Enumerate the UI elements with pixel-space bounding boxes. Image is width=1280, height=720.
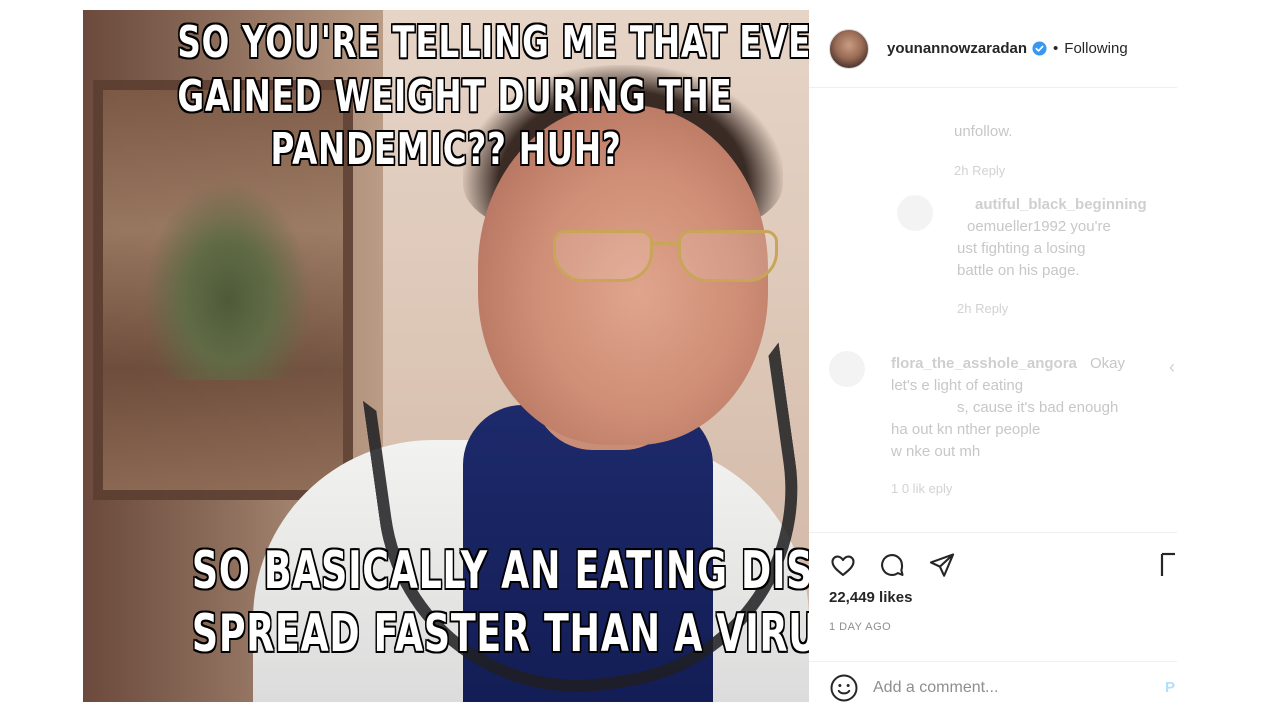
comment-text: Okay [1090,355,1126,372]
post-comment-button[interactable]: P [1165,679,1175,696]
meme-bottom-line-1: SO BASICALLY AN EATING DISORDER [191,541,809,601]
following-button[interactable]: Following [1064,40,1127,57]
post-timestamp[interactable]: 1 DAY AGO [829,621,891,633]
comment-username[interactable]: autiful_black_beginning [975,196,1147,213]
meme-bottom-line-2: SPREAD FASTER THAN A VIRUS!? [191,604,809,665]
comment-username[interactable]: flora_the_asshole_angora [891,355,1077,372]
background-plant [143,180,313,380]
meme-top-line-1: SO YOU'RE TELLING ME THAT EVERYONE [177,17,809,68]
comment-meta: 2h Reply [954,163,1006,178]
post-header: younannowzaradan • Following [809,10,1177,88]
meme-top-line-3: PANDEMIC?? HUH? [270,124,622,176]
comment-options-icon[interactable]: ‹ [1169,357,1175,378]
glasses [553,220,793,290]
comment-text: ust fighting a losing [957,240,1086,257]
verified-badge-icon [1032,41,1047,56]
comment-text: oemueller1992 you're [967,218,1111,235]
add-comment-bar: P [809,661,1177,713]
comment-meta: 2h Reply [957,301,1009,316]
separator-dot: • [1053,40,1059,57]
bookmark-icon[interactable] [1159,548,1177,582]
meme-bottom-caption: SO BASICALLY AN EATING DISORDER SPREAD F… [191,540,809,667]
comment-icon[interactable] [875,548,909,582]
avatar[interactable] [829,28,869,69]
likes-count[interactable]: 22,449 likes [829,589,912,606]
comment-avatar [829,351,865,387]
emoji-icon[interactable] [829,673,859,703]
comment-avatar [897,195,933,231]
post-username[interactable]: younannowzaradan [887,40,1027,57]
comment-text: battle on his page. [957,262,1080,279]
comments-list[interactable]: unfollow. 2h Reply autiful_black_beginni… [809,89,1177,529]
post-side-panel: younannowzaradan • Following unfollow. 2… [809,10,1177,702]
comment-text: unfollow. [954,123,1013,140]
meme-top-caption: SO YOU'RE TELLING ME THAT EVERYONE GAINE… [177,16,809,177]
comment-text: s, cause it's bad enough [957,399,1119,416]
comment-meta: 1 0 lik eply [891,481,953,496]
comment-text: w nke out mh [891,443,981,460]
heart-icon[interactable] [826,548,860,582]
comment-text: let's e light of eating [891,377,1024,394]
comment-input[interactable] [873,678,1143,697]
share-icon[interactable] [925,548,959,582]
comment-text: ha out kn nther people [891,421,1041,438]
post-actions: 22,449 likes 1 DAY AGO P [809,532,1177,701]
post-image: SO YOU'RE TELLING ME THAT EVERYONE GAINE… [83,10,809,702]
meme-top-line-2: GAINED WEIGHT DURING THE [177,70,733,122]
